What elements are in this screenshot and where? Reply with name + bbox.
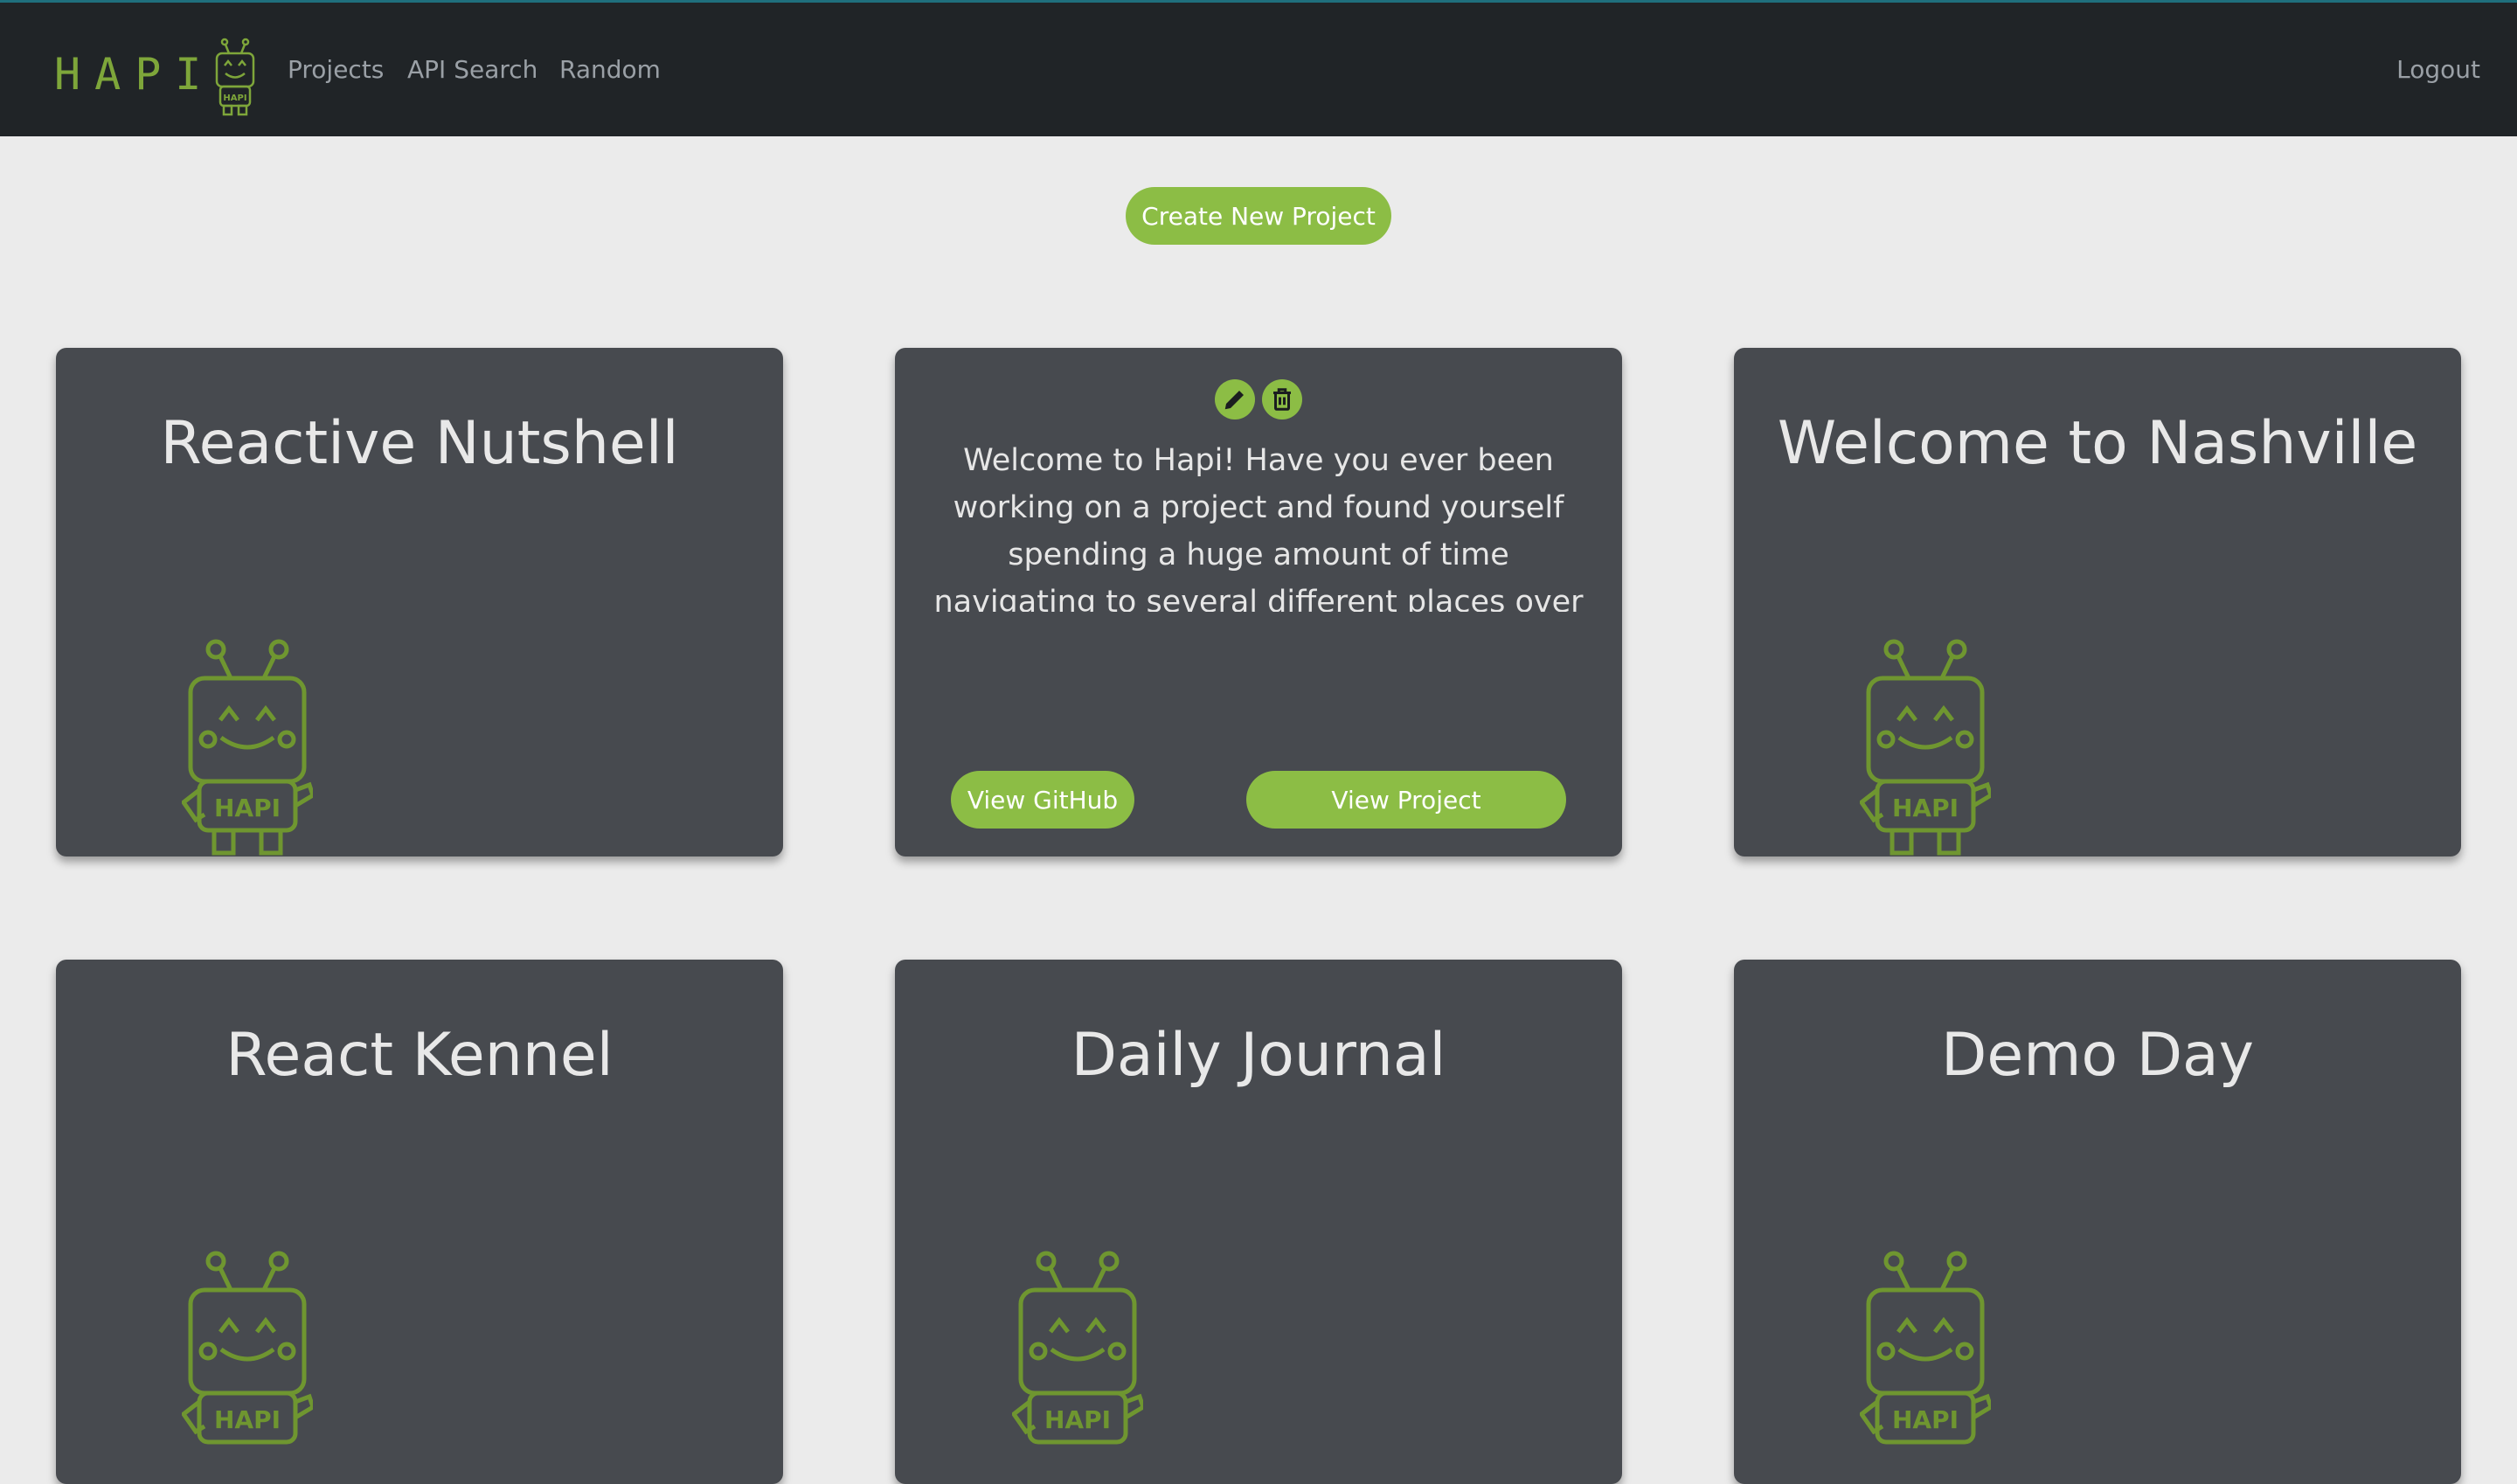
mascot-badge-text: HAPI: [1892, 794, 1959, 822]
logo-badge-text: HAPI: [224, 94, 247, 103]
robot-mascot-icon: HAPI: [1860, 639, 1991, 856]
project-card-daily-journal[interactable]: Daily Journal HAPI: [895, 960, 1622, 1484]
mascot-badge-text: HAPI: [214, 1405, 281, 1434]
mascot-badge-text: HAPI: [214, 794, 281, 822]
project-title: React Kennel: [225, 1021, 614, 1090]
robot-logo-icon: HAPI: [216, 38, 255, 116]
project-card-welcome-to-nashville[interactable]: Welcome to Nashville HAPI: [1734, 348, 2461, 856]
nav-api-search[interactable]: API Search: [407, 55, 537, 84]
mascot-badge-text: HAPI: [1892, 1405, 1959, 1434]
project-title: Demo Day: [1941, 1021, 2254, 1090]
logo-text: HAPI: [54, 49, 216, 100]
logo[interactable]: HAPI HAPI: [54, 32, 260, 116]
project-title: Reactive Nutshell: [160, 409, 679, 478]
project-description: Welcome to Hapi! Have you ever been work…: [933, 443, 1584, 612]
robot-mascot-icon: HAPI: [182, 1251, 313, 1445]
project-card-react-kennel[interactable]: React Kennel HAPI: [56, 960, 783, 1484]
project-card-demo-day[interactable]: Demo Day HAPI: [1734, 960, 2461, 1484]
project-title: Welcome to Nashville: [1777, 409, 2418, 478]
robot-mascot-icon: HAPI: [1012, 1251, 1143, 1445]
nav-random[interactable]: Random: [559, 55, 661, 84]
robot-mascot-icon: HAPI: [182, 639, 313, 856]
project-card-hapi[interactable]: Welcome to Hapi! Have you ever been work…: [895, 348, 1622, 856]
navbar: HAPI HAPI Projects API Search Random Log…: [0, 3, 2517, 136]
view-project-button[interactable]: View Project: [1246, 771, 1566, 829]
view-github-button[interactable]: View GitHub: [951, 771, 1134, 829]
nav-logout[interactable]: Logout: [2396, 55, 2480, 84]
mascot-badge-text: HAPI: [1044, 1405, 1111, 1434]
project-title: Daily Journal: [1071, 1021, 1446, 1090]
trash-icon[interactable]: [1262, 379, 1302, 420]
robot-mascot-icon: HAPI: [1860, 1251, 1991, 1445]
create-new-project-button[interactable]: Create New Project: [1126, 187, 1391, 245]
pencil-icon[interactable]: [1215, 379, 1255, 420]
project-card-reactive-nutshell[interactable]: Reactive Nutshell HAPI: [56, 348, 783, 856]
nav-projects[interactable]: Projects: [288, 55, 384, 84]
card-actions: [895, 379, 1622, 420]
